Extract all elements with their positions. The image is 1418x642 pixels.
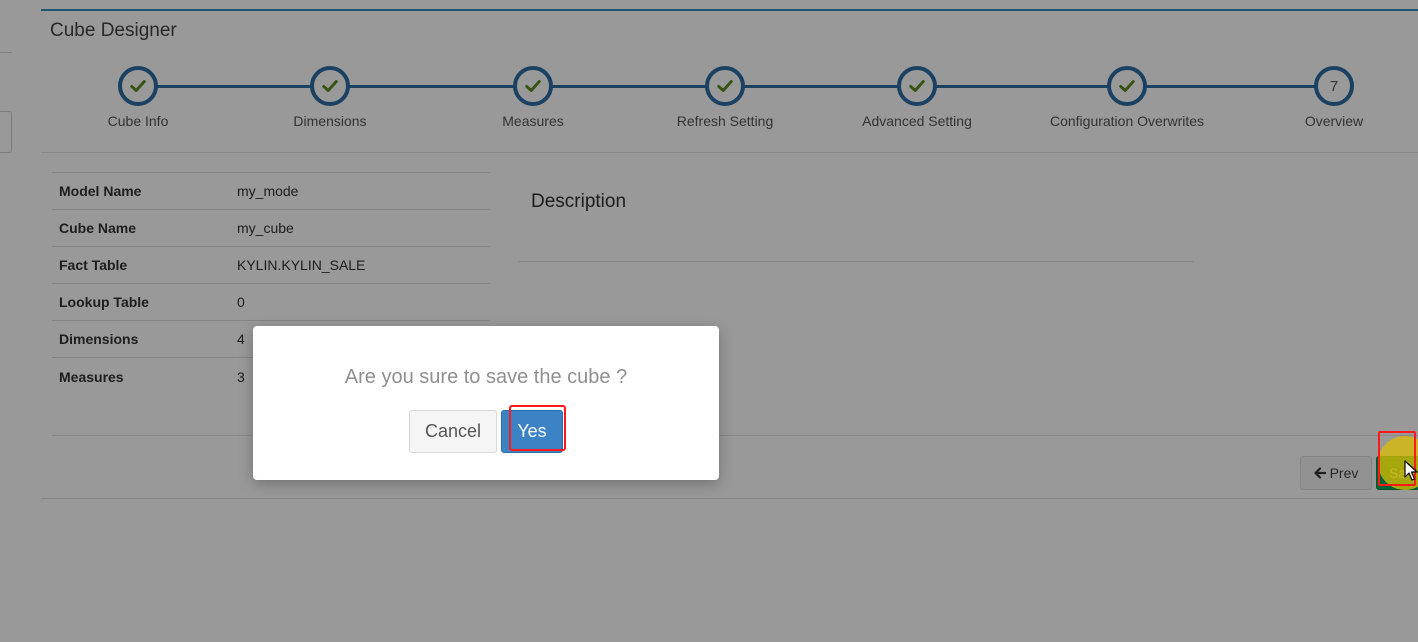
mouse-cursor-icon: [1404, 460, 1418, 481]
dialog-message: Are you sure to save the cube ?: [344, 366, 628, 388]
page: Cube Designer Cube Info Dimensions Measu…: [0, 0, 1418, 642]
confirm-dialog: Are you sure to save the cube ? Cancel Y…: [253, 326, 719, 480]
cancel-button[interactable]: Cancel: [409, 410, 497, 453]
yes-button-highlight: [509, 405, 566, 451]
modal-backdrop[interactable]: [0, 0, 1418, 642]
